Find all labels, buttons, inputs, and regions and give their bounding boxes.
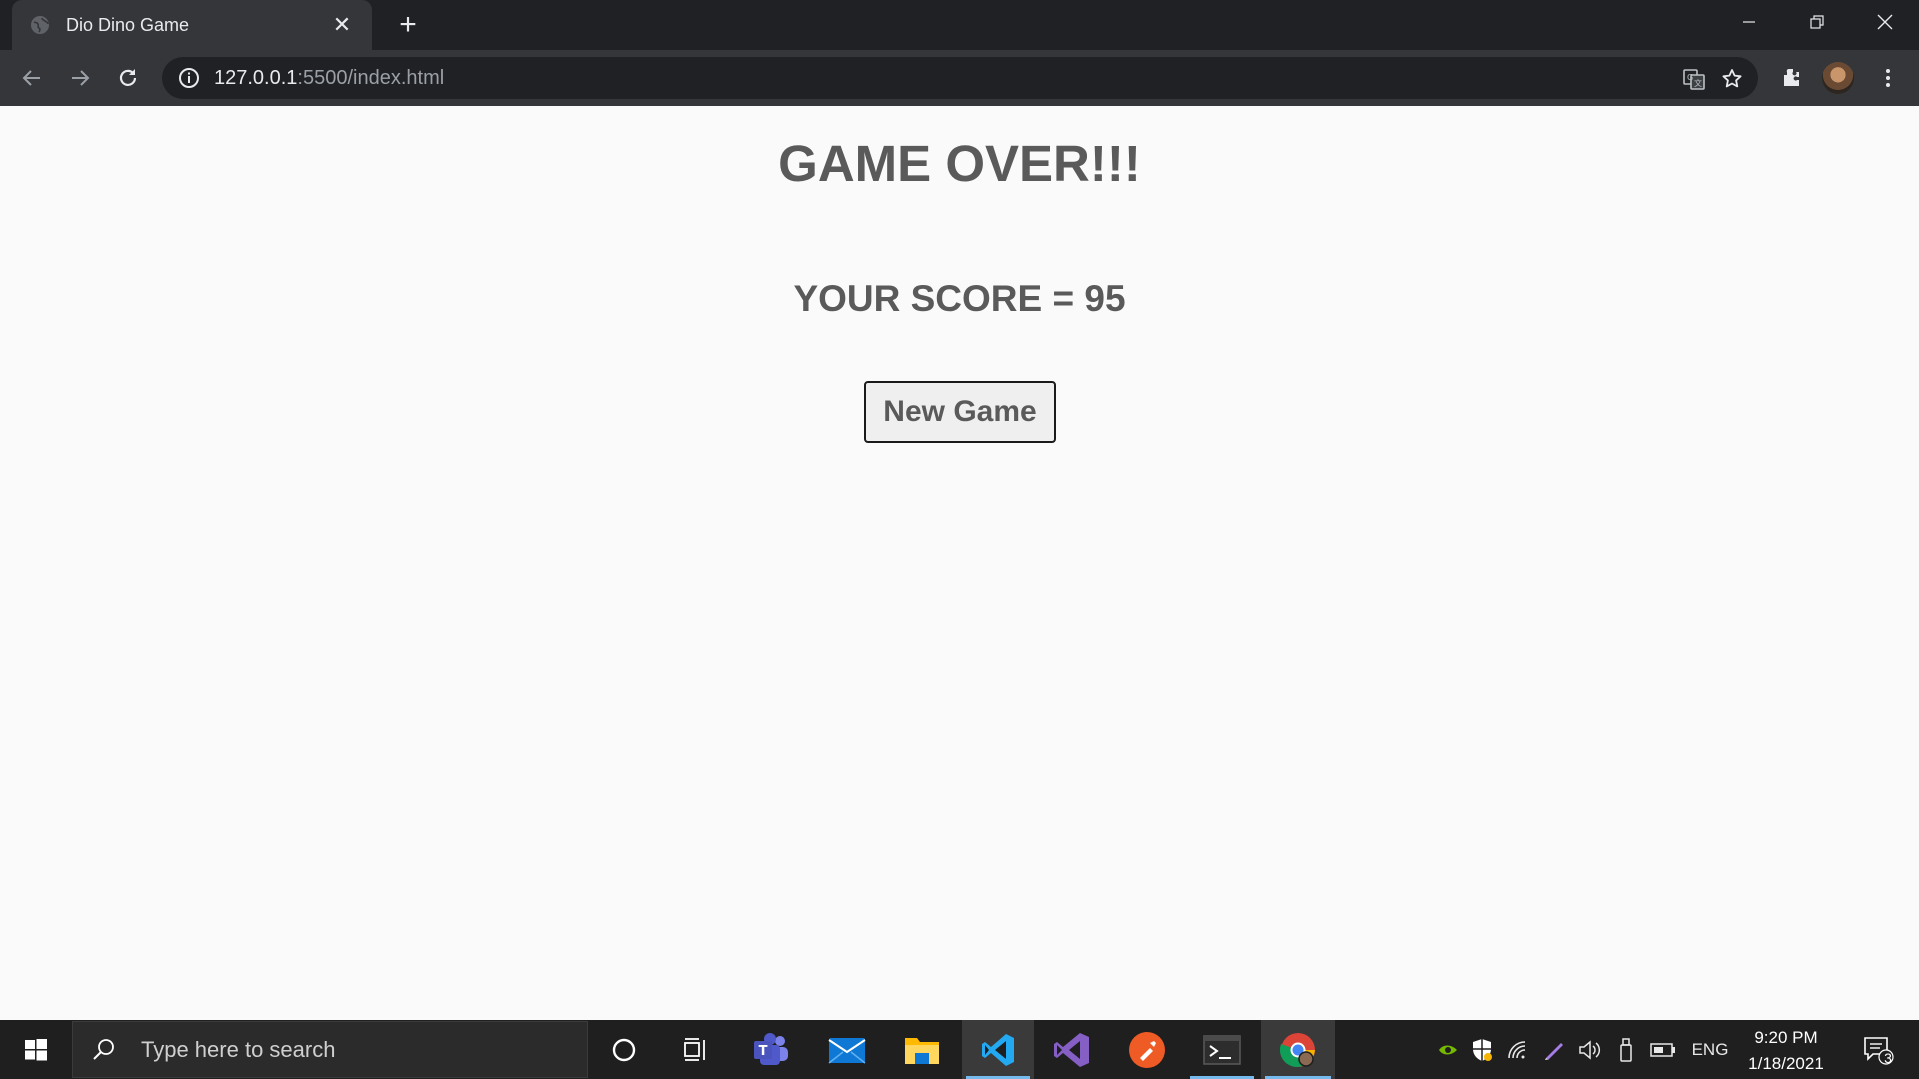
avatar xyxy=(1822,62,1854,94)
menu-icon[interactable] xyxy=(1872,62,1904,94)
notifications-icon[interactable]: 3 xyxy=(1854,1020,1902,1079)
back-button[interactable] xyxy=(12,58,52,98)
restore-icon[interactable] xyxy=(1783,0,1851,44)
minimize-icon[interactable] xyxy=(1715,0,1783,44)
tab-title: Dio Dino Game xyxy=(66,14,190,35)
windows-logo-icon xyxy=(25,1038,47,1060)
file-explorer-icon[interactable] xyxy=(886,1020,958,1079)
game-over-heading: GAME OVER!!! xyxy=(778,135,1141,192)
usb-device-icon[interactable] xyxy=(1612,1020,1640,1079)
pen-icon[interactable] xyxy=(1540,1020,1568,1079)
clock[interactable]: 9:20 PM 1/18/2021 xyxy=(1738,1025,1834,1077)
new-game-button[interactable]: New Game xyxy=(864,381,1056,443)
globe-icon xyxy=(31,16,49,34)
score-text: YOUR SCORE = 95 xyxy=(793,278,1126,319)
reload-button[interactable] xyxy=(108,58,148,98)
svg-text:T: T xyxy=(759,1044,768,1059)
language-indicator[interactable]: ENG xyxy=(1686,1020,1734,1079)
battery-icon[interactable] xyxy=(1648,1020,1678,1079)
tab-close-icon[interactable]: ✕ xyxy=(330,12,354,38)
postman-icon[interactable] xyxy=(1111,1020,1183,1079)
notification-count: 3 xyxy=(1884,1050,1892,1066)
svg-text:G: G xyxy=(1687,73,1693,82)
search-placeholder: Type here to search xyxy=(141,1036,336,1062)
wifi-icon[interactable] xyxy=(1504,1020,1532,1079)
teams-icon[interactable]: T xyxy=(735,1020,807,1079)
extensions-icon[interactable] xyxy=(1776,62,1808,94)
clock-date: 1/18/2021 xyxy=(1748,1054,1824,1073)
forward-button[interactable] xyxy=(60,58,100,98)
volume-icon[interactable] xyxy=(1576,1020,1604,1079)
svg-text:文: 文 xyxy=(1694,78,1702,88)
browser-tab[interactable]: Dio Dino Game ✕ xyxy=(12,0,372,50)
profile-avatar[interactable] xyxy=(1822,62,1854,94)
mail-icon[interactable] xyxy=(811,1020,883,1079)
browser-tab-strip: Dio Dino Game ✕ + xyxy=(0,0,1919,50)
nvidia-icon[interactable] xyxy=(1434,1020,1462,1079)
browser-toolbar: 127.0.0.1:5500/index.html G文 xyxy=(0,50,1919,106)
search-icon xyxy=(93,1038,114,1060)
star-icon[interactable] xyxy=(1720,67,1744,91)
vscode-icon[interactable] xyxy=(962,1020,1034,1079)
clock-time: 9:20 PM xyxy=(1754,1028,1818,1047)
task-view-icon[interactable] xyxy=(660,1020,732,1079)
security-shield-icon[interactable] xyxy=(1468,1020,1496,1079)
url-path: :5500/index.html xyxy=(297,66,445,89)
arrow-right-icon xyxy=(72,70,90,86)
info-icon[interactable] xyxy=(178,67,200,89)
translate-icon[interactable]: G文 xyxy=(1682,67,1706,91)
arrow-left-icon xyxy=(22,70,40,86)
chrome-icon[interactable] xyxy=(1261,1020,1335,1079)
address-bar[interactable]: 127.0.0.1:5500/index.html G文 xyxy=(162,57,1758,99)
url-text[interactable]: 127.0.0.1:5500/index.html xyxy=(214,67,444,90)
terminal-icon[interactable] xyxy=(1186,1020,1258,1079)
url-host: 127.0.0.1 xyxy=(214,66,298,89)
cortana-icon[interactable] xyxy=(588,1020,660,1079)
window-close-icon[interactable] xyxy=(1851,0,1919,44)
new-tab-button[interactable]: + xyxy=(392,9,424,41)
reload-icon xyxy=(119,69,137,86)
start-button[interactable] xyxy=(0,1020,72,1079)
visual-studio-icon[interactable] xyxy=(1036,1020,1108,1079)
windows-taskbar: Type here to search T ENG 9:20 PM 1/18/2… xyxy=(0,1020,1919,1079)
page-content: GAME OVER!!! YOUR SCORE = 95 New Game xyxy=(0,106,1919,1020)
taskbar-search[interactable]: Type here to search xyxy=(72,1021,588,1078)
